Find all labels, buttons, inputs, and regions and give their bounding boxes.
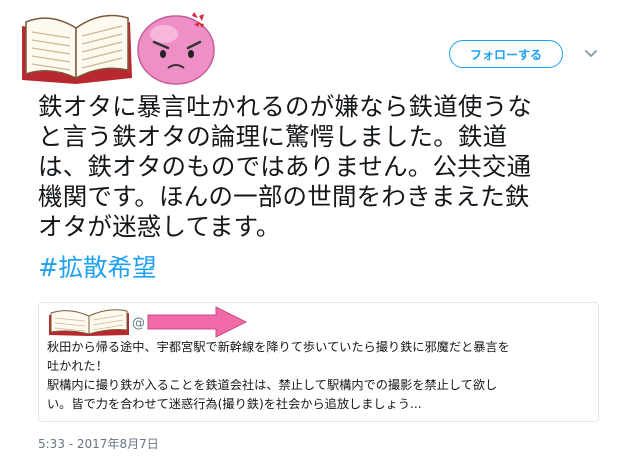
quoted-handle[interactable]: @ xyxy=(132,316,145,331)
tweet-timestamp[interactable]: 5:33 - 2017年8月7日 xyxy=(38,435,159,452)
quoted-tweet-card[interactable]: @ 秋田から帰る途中、宇都宮駅で新幹線を降りて歩いていたら撮り鉄に邪魔だと暴言を… xyxy=(38,302,599,422)
quoted-tweet-text: 秋田から帰る途中、宇都宮駅で新幹線を降りて歩いていたら撮り鉄に邪魔だと暴言を 吐… xyxy=(47,340,510,411)
arrow-right-icon xyxy=(147,306,248,338)
angry-face-icon[interactable] xyxy=(132,4,220,86)
book-icon[interactable] xyxy=(18,8,136,86)
chevron-down-icon[interactable] xyxy=(582,44,600,62)
book-icon xyxy=(49,309,129,336)
hashtag-link[interactable]: #拡散希望 xyxy=(38,253,157,283)
tweet-header: フォローする xyxy=(0,0,637,90)
tweet-text: 鉄オタに暴言吐かれるのが嫌なら鉄道使うな と言う鉄オタの論理に驚愕しました。鉄道… xyxy=(38,92,532,241)
follow-button[interactable]: フォローする xyxy=(449,40,563,68)
